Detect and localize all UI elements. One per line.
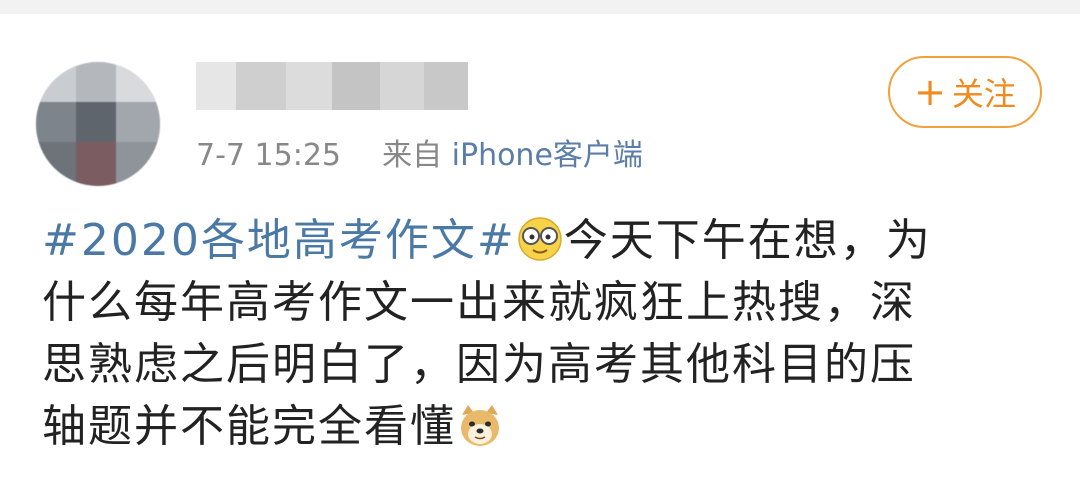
- post-from-label: 来自: [382, 138, 443, 173]
- post-time: 7-7 15:25: [196, 138, 341, 173]
- post-meta: 7-7 15:25 来自 iPhone客户端: [196, 130, 643, 174]
- content-line-2: 什么每年高考作文一出来就疯狂上热搜，深: [42, 277, 916, 328]
- follow-button[interactable]: + 关注: [888, 56, 1042, 128]
- top-divider: [0, 0, 1080, 14]
- post-content: #2020各地高考作文# 今天下午在想，为 什么每年高考作文一出来就疯狂上热搜，…: [42, 210, 1042, 458]
- content-line-3: 思熟虑之后明白了，因为高考其他科目的压: [42, 339, 916, 390]
- weibo-post-card: 7-7 15:25 来自 iPhone客户端 + 关注 #2020各地高考作文#…: [0, 0, 1080, 500]
- hashtag-link[interactable]: #2020各地高考作文#: [42, 215, 516, 266]
- content-line-1: 今天下午在想，为: [563, 215, 932, 266]
- content-line-4: 轴题并不能完全看懂: [42, 401, 456, 452]
- glasses-smile-emoji-icon: [517, 217, 562, 261]
- username-blurred[interactable]: [196, 62, 468, 110]
- post-source[interactable]: iPhone客户端: [452, 138, 643, 173]
- follow-label: 关注: [951, 75, 1016, 113]
- avatar[interactable]: [36, 62, 160, 186]
- plus-icon: +: [914, 70, 946, 114]
- doge-emoji-icon: [461, 405, 499, 446]
